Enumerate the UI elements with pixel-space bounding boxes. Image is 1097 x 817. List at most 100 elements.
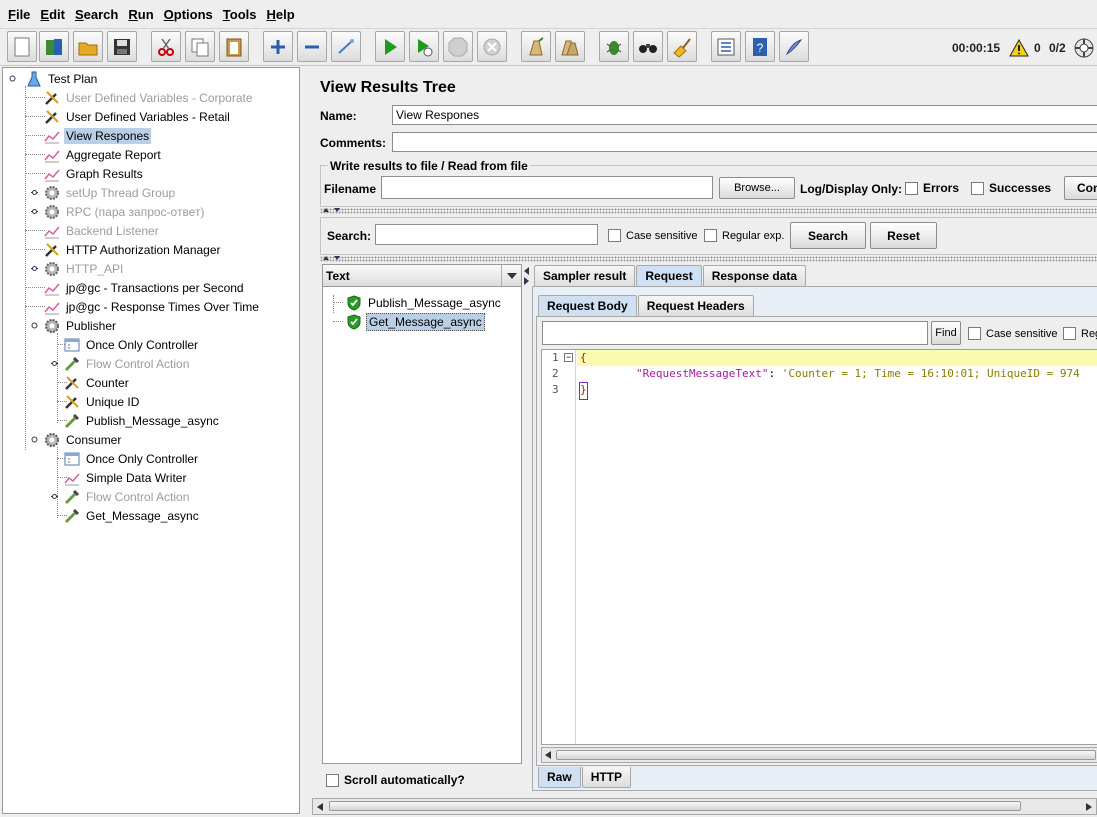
splitter-arrows-2-icon[interactable] <box>322 255 342 261</box>
splitter-dots-middle[interactable] <box>320 256 1097 262</box>
reset-search-button[interactable] <box>667 31 697 62</box>
tree-item-test-plan[interactable]: Test Plan <box>25 69 99 88</box>
tree-item-consumer[interactable]: Consumer <box>43 430 123 449</box>
panel-horizontal-scrollbar[interactable] <box>312 798 1097 815</box>
tree-item-flow-control-action-2[interactable]: Flow Control Action <box>63 487 191 506</box>
menu-edit[interactable]: Edit <box>36 7 69 22</box>
test-plan-tree[interactable]: Test Plan User Defined Variables - Corpo… <box>2 67 300 814</box>
tree-item-rpc[interactable]: RPC (пара запрос-ответ) <box>43 202 206 221</box>
tree-item-udv-retail[interactable]: User Defined Variables - Retail <box>43 107 232 126</box>
menu-run[interactable]: Run <box>124 7 157 22</box>
collapse-consumer-handle[interactable] <box>30 435 39 444</box>
copy-button[interactable] <box>185 31 215 62</box>
tree-item-unique-id[interactable]: Unique ID <box>63 392 141 411</box>
filename-field[interactable] <box>381 176 713 199</box>
menu-file[interactable]: File <box>4 7 34 22</box>
tab-http[interactable]: HTTP <box>581 767 632 788</box>
templates-button[interactable] <box>39 31 69 62</box>
stop-button[interactable] <box>443 31 473 62</box>
collapse-all-button[interactable] <box>297 31 327 62</box>
collapse-test-plan-handle[interactable] <box>8 74 17 83</box>
tree-item-http-auth-manager[interactable]: HTTP Authorization Manager <box>43 240 223 259</box>
name-field[interactable]: View Respones <box>392 105 1097 125</box>
tree-item-once-only-controller-2[interactable]: Once Only Controller <box>63 449 200 468</box>
warning-icon[interactable] <box>1009 29 1029 67</box>
remote-button[interactable] <box>779 31 809 62</box>
tree-item-backend-listener[interactable]: Backend Listener <box>43 221 161 240</box>
collapse-publisher-handle[interactable] <box>30 321 39 330</box>
search-field[interactable] <box>375 224 598 245</box>
tree-item-aggregate-report[interactable]: Aggregate Report <box>43 145 163 164</box>
tree-item-counter[interactable]: Counter <box>63 373 131 392</box>
expand-flow-control-handle[interactable] <box>50 359 59 368</box>
horizontal-scrollbar[interactable] <box>541 747 1097 763</box>
find-regex-checkbox[interactable]: Reg <box>1063 327 1097 340</box>
browse-button[interactable]: Browse... <box>719 177 795 199</box>
renderer-select[interactable]: Text <box>323 265 521 287</box>
case-sensitive-box[interactable] <box>608 229 621 242</box>
sample-publish-message-async[interactable]: Publish_Message_async <box>345 293 503 312</box>
scroll-automatically-checkbox[interactable]: Scroll automatically? <box>326 773 465 787</box>
configure-button[interactable]: Con <box>1064 176 1097 200</box>
menu-help[interactable]: Help <box>262 7 298 22</box>
function-helper-button[interactable] <box>599 31 629 62</box>
tree-item-http-api[interactable]: HTTP_API <box>43 259 125 278</box>
menu-tools[interactable]: Tools <box>219 7 261 22</box>
toggle-button[interactable] <box>331 31 361 62</box>
errors-checkbox[interactable]: Errors <box>905 181 959 195</box>
dropdown-arrow-icon[interactable] <box>501 265 521 286</box>
expand-setup-thread-group-handle[interactable] <box>30 188 39 197</box>
regex-box[interactable] <box>704 229 717 242</box>
detail-splitter[interactable] <box>523 264 530 789</box>
expand-all-button[interactable] <box>263 31 293 62</box>
tree-item-get-message-async[interactable]: Get_Message_async <box>63 506 201 525</box>
tab-request-headers[interactable]: Request Headers <box>637 295 754 316</box>
panel-scroll-thumb[interactable] <box>329 801 1021 811</box>
comments-field[interactable] <box>392 132 1097 152</box>
shutdown-button[interactable] <box>477 31 507 62</box>
tab-request[interactable]: Request <box>636 265 702 286</box>
tree-item-once-only-controller[interactable]: Once Only Controller <box>63 335 200 354</box>
tree-item-flow-control-action[interactable]: Flow Control Action <box>63 354 191 373</box>
regex-checkbox[interactable]: Regular exp. <box>704 229 784 242</box>
scroll-automatically-box[interactable] <box>326 773 339 787</box>
help-button[interactable]: ? <box>745 31 775 62</box>
menu-options[interactable]: Options <box>160 7 217 22</box>
errors-checkbox-box[interactable] <box>905 181 918 195</box>
tab-raw[interactable]: Raw <box>538 767 581 788</box>
tab-response-data[interactable]: Response data <box>702 265 807 286</box>
expand-http-api-handle[interactable] <box>30 264 39 273</box>
scroll-left-arrow-icon[interactable] <box>316 803 324 811</box>
fold-collapse-icon[interactable]: − <box>564 353 573 362</box>
find-regex-box[interactable] <box>1063 327 1076 340</box>
find-case-sensitive-checkbox[interactable]: Case sensitive <box>968 327 1058 340</box>
tree-item-publish-message-async[interactable]: Publish_Message_async <box>63 411 221 430</box>
tree-item-jpgc-tps[interactable]: jp@gc - Transactions per Second <box>43 278 246 297</box>
menu-search[interactable]: Search <box>71 7 122 22</box>
expand-flow-control-2-handle[interactable] <box>50 492 59 501</box>
tree-item-udv-corporate[interactable]: User Defined Variables - Corporate <box>43 88 255 107</box>
clear-all-button[interactable] <box>555 31 585 62</box>
sample-get-message-async[interactable]: Get_Message_async <box>345 312 485 331</box>
save-button[interactable] <box>107 31 137 62</box>
tree-item-graph-results[interactable]: Graph Results <box>43 164 145 183</box>
search-tree-button[interactable] <box>633 31 663 62</box>
open-button[interactable] <box>73 31 103 62</box>
tree-item-publisher[interactable]: Publisher <box>43 316 118 335</box>
log-viewer-button[interactable] <box>711 31 741 62</box>
find-case-sensitive-box[interactable] <box>968 327 981 340</box>
find-button[interactable]: Find <box>931 321 961 345</box>
scroll-left-icon[interactable] <box>544 751 552 759</box>
new-button[interactable] <box>7 31 37 62</box>
expand-rpc-handle[interactable] <box>30 207 39 216</box>
tree-item-jpgc-response-times[interactable]: jp@gc - Response Times Over Time <box>43 297 261 316</box>
cut-button[interactable] <box>151 31 181 62</box>
tree-item-setup-thread-group[interactable]: setUp Thread Group <box>43 183 177 202</box>
tree-item-view-respones[interactable]: View Respones <box>43 126 152 145</box>
clear-button[interactable] <box>521 31 551 62</box>
reset-button[interactable]: Reset <box>870 222 937 249</box>
find-field[interactable] <box>542 321 928 345</box>
successes-checkbox-box[interactable] <box>971 181 984 195</box>
main-splitter[interactable] <box>301 67 308 814</box>
paste-button[interactable] <box>219 31 249 62</box>
